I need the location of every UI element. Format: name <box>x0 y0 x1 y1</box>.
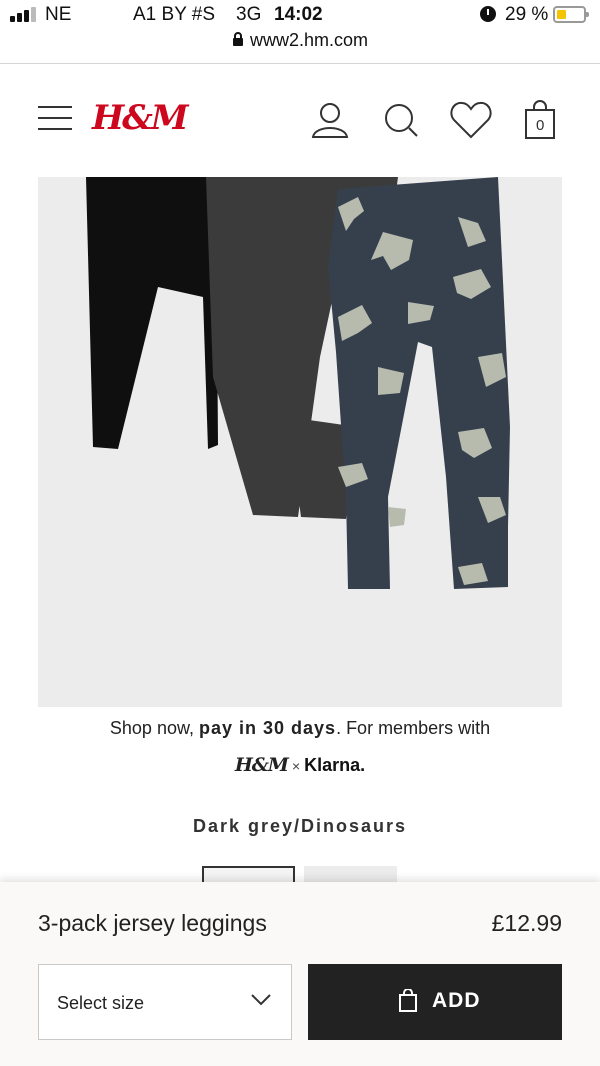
hm-logo[interactable]: H&M <box>92 98 188 138</box>
lock-icon <box>232 31 244 52</box>
site-header: H&M 0 <box>0 64 600 174</box>
add-button-label: ADD <box>432 989 481 1012</box>
search-icon[interactable] <box>381 100 421 140</box>
bag-icon <box>398 988 418 1018</box>
bag-count: 0 <box>536 117 545 134</box>
carrier-left: NE <box>45 4 72 25</box>
favorites-icon[interactable] <box>449 100 492 140</box>
battery-percent: 29 % <box>505 4 549 25</box>
sticky-add-bar: 3-pack jersey leggings £12.99 Select siz… <box>0 882 600 1066</box>
promo-text-before: Shop now, <box>109 718 199 738</box>
klarna-logos: H&M × Klarna. <box>0 754 600 776</box>
klarna-promo-text: Shop now, pay in 30 days. For members wi… <box>0 718 600 739</box>
color-name: Dark grey/Dinosaurs <box>192 816 408 836</box>
battery-icon <box>553 6 589 23</box>
network-type: 3G <box>236 4 262 25</box>
hm-mini-logo: H&M <box>234 754 289 776</box>
product-name: 3-pack jersey leggings <box>38 910 267 936</box>
address-bar[interactable]: www2.hm.com <box>0 30 600 62</box>
add-button[interactable]: ADD <box>308 964 562 1040</box>
product-price: £12.99 <box>491 910 562 936</box>
url-text: www2.hm.com <box>249 30 369 50</box>
times-sign: × <box>291 758 301 774</box>
signal-icon <box>10 6 40 22</box>
promo-text-bold: pay in 30 days <box>198 718 337 738</box>
clock: 14:02 <box>274 4 323 25</box>
klarna-logo: Klarna. <box>304 755 366 775</box>
carrier-name: A1 BY #S <box>133 4 216 25</box>
alarm-icon <box>480 6 496 22</box>
product-image[interactable] <box>38 177 562 707</box>
size-select[interactable]: Select size <box>38 964 292 1040</box>
leggings-illustration <box>38 177 562 707</box>
account-icon[interactable] <box>310 100 350 140</box>
status-bar: NE A1 BY #S 3G 14:02 29 % <box>0 0 600 30</box>
menu-icon[interactable] <box>38 106 72 130</box>
chevron-down-icon <box>251 993 271 1011</box>
shopping-bag-icon[interactable]: 0 <box>522 100 562 140</box>
promo-text-after: . For members with <box>336 718 491 738</box>
size-select-label: Select size <box>57 993 145 1013</box>
